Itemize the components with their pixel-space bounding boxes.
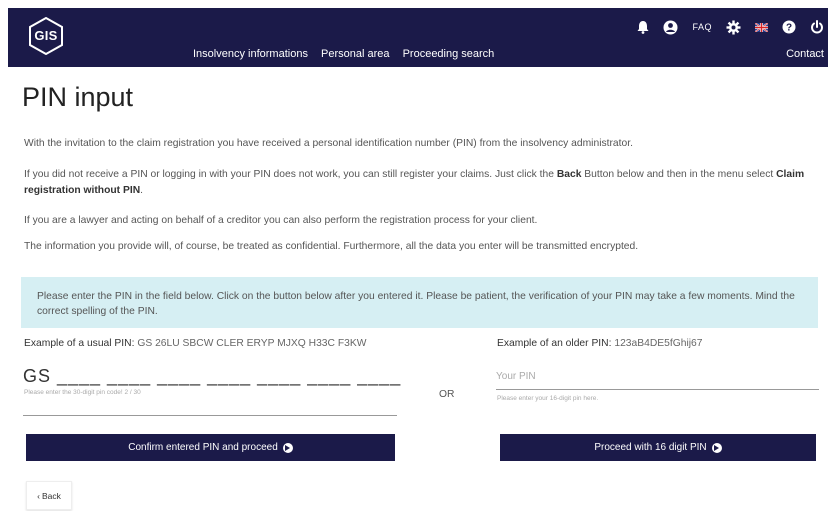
back-emphasis: Back [556, 169, 582, 180]
chevron-left-icon: ‹ [37, 490, 40, 501]
older-pin-example: Example of an older PIN: 123aB4DE5fGhij6… [497, 338, 703, 349]
older-pin-example-value: 123aB4DE5fGhij67 [614, 338, 703, 349]
older-pin-input[interactable] [496, 363, 819, 390]
header-icons: FAQ ? [637, 17, 824, 37]
no-pin-text-3: . [140, 185, 144, 196]
help-icon[interactable]: ? [782, 18, 796, 36]
gear-icon[interactable] [726, 18, 741, 36]
usual-pin-hint: Please enter the 30-digit pin code! 2 / … [24, 389, 141, 396]
older-pin-hint: Please enter your 16-digit pin here. [497, 395, 599, 402]
user-icon[interactable] [663, 18, 678, 36]
no-pin-text-1: If you did not receive a PIN or logging … [24, 169, 557, 180]
proceed-16-digit-button-label: Proceed with 16 digit PIN [594, 442, 707, 453]
flag-uk-icon[interactable] [755, 18, 768, 36]
or-separator: OR [439, 389, 455, 400]
usual-pin-input[interactable]: GS ____ ____ ____ ____ ____ ____ ____ [23, 366, 401, 387]
usual-pin-underline [23, 415, 397, 416]
usual-pin-example: Example of a usual PIN: GS 26LU SBCW CLE… [24, 338, 366, 349]
nav-proceeding-search[interactable]: Proceeding search [403, 48, 495, 60]
arrow-right-circle-icon [711, 442, 722, 453]
confirm-pin-button[interactable]: Confirm entered PIN and proceed [26, 434, 395, 461]
no-pin-text-2: Button below and then in the menu select [581, 169, 777, 180]
usual-pin-example-value: GS 26LU SBCW CLER ERYP MJXQ H33C F3KW [137, 338, 367, 349]
usual-pin-example-label: Example of a usual PIN: [24, 338, 135, 349]
info-box-text: Please enter the PIN in the field below.… [37, 291, 795, 317]
older-pin-example-label: Example of an older PIN: [497, 338, 612, 349]
nav-personal-area[interactable]: Personal area [321, 48, 390, 60]
back-button-label: Back [41, 490, 61, 501]
logo-text: GIS [34, 28, 58, 43]
lawyer-paragraph: If you are a lawyer and acting on behalf… [24, 215, 538, 226]
bell-icon[interactable] [637, 18, 649, 36]
main-nav: Insolvency informations Personal area Pr… [193, 48, 504, 60]
page-title: PIN input [22, 82, 134, 112]
confirm-pin-button-label: Confirm entered PIN and proceed [128, 442, 278, 453]
arrow-right-circle-icon [282, 442, 293, 453]
back-button[interactable]: ‹ Back [26, 481, 72, 510]
top-header: GIS Insolvency informations Personal are… [8, 8, 828, 67]
nav-insolvency-informations[interactable]: Insolvency informations [193, 48, 308, 60]
proceed-16-digit-button[interactable]: Proceed with 16 digit PIN [500, 434, 816, 461]
svg-text:?: ? [786, 23, 792, 34]
intro-paragraph: With the invitation to the claim registr… [24, 138, 633, 149]
info-box: Please enter the PIN in the field below.… [21, 277, 818, 328]
power-icon[interactable] [810, 18, 824, 36]
confidential-paragraph: The information you provide will, of cou… [24, 241, 639, 252]
nav-contact[interactable]: Contact [786, 48, 824, 60]
no-pin-paragraph: If you did not receive a PIN or logging … [24, 167, 809, 199]
faq-link[interactable]: FAQ [692, 18, 712, 36]
